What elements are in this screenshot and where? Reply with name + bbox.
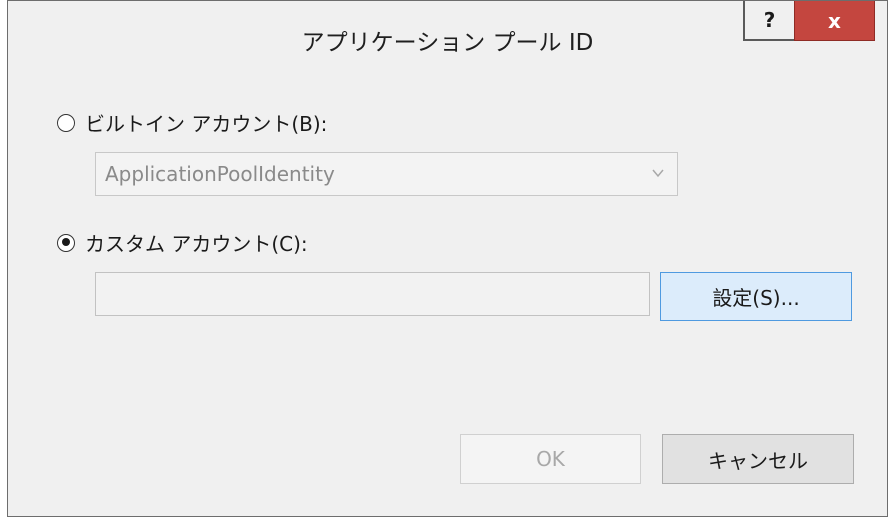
chevron-down-icon <box>652 169 664 178</box>
builtin-account-label: ビルトイン アカウント(B): <box>85 112 328 136</box>
builtin-account-dropdown: ApplicationPoolIdentity <box>95 152 678 196</box>
ok-button: OK <box>460 434 641 484</box>
builtin-account-dropdown-value: ApplicationPoolIdentity <box>105 162 335 186</box>
help-button[interactable]: ? <box>743 1 796 41</box>
custom-account-option[interactable]: カスタム アカウント(C): <box>57 228 308 257</box>
custom-account-field <box>95 272 650 316</box>
close-button[interactable]: x <box>794 1 875 41</box>
set-button[interactable]: 設定(S)... <box>660 272 852 321</box>
application-pool-identity-dialog: アプリケーション プール ID ? x ビルトイン アカウント(B): Appl… <box>7 0 888 517</box>
title-bar[interactable]: アプリケーション プール ID ? x <box>8 1 887 81</box>
builtin-account-radio[interactable] <box>57 113 75 132</box>
custom-account-label: カスタム アカウント(C): <box>85 232 308 256</box>
custom-account-radio[interactable] <box>57 233 75 252</box>
builtin-account-option[interactable]: ビルトイン アカウント(B): <box>57 108 327 137</box>
cancel-button[interactable]: キャンセル <box>662 434 854 484</box>
